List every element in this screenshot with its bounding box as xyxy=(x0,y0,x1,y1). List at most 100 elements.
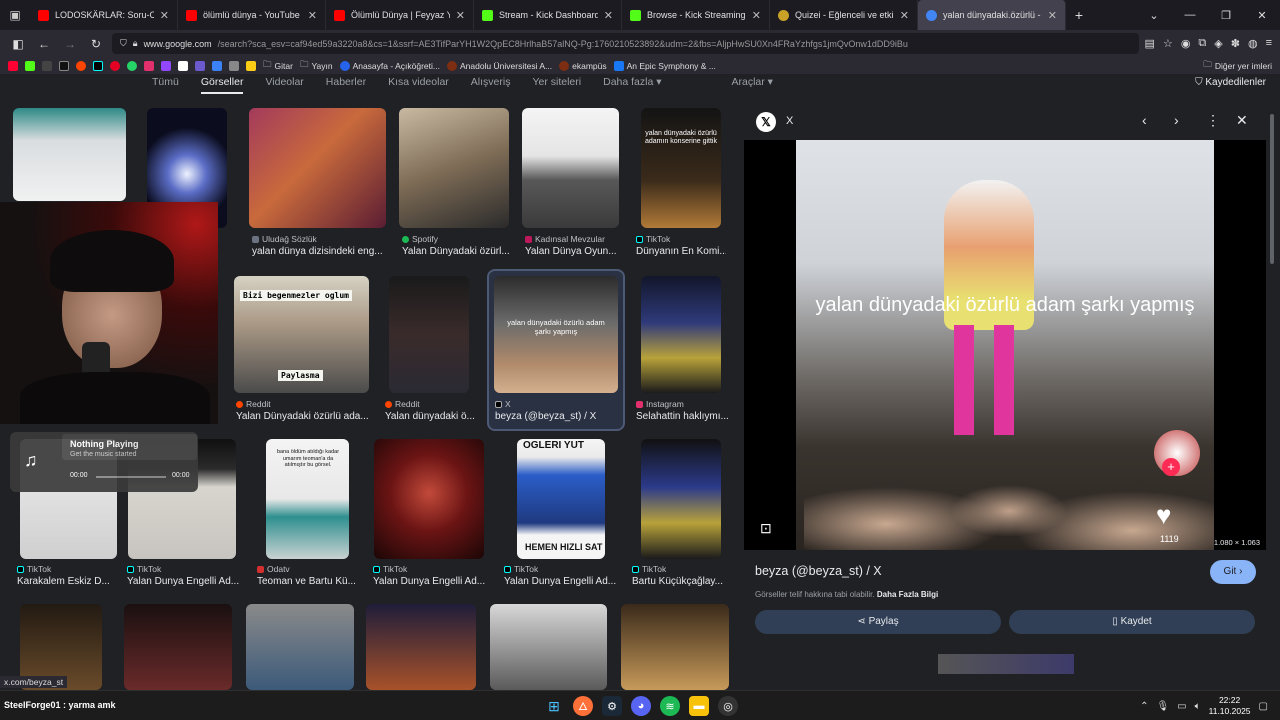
bookmark-epic-symphony[interactable]: An Epic Symphony & ... xyxy=(613,60,716,71)
close-icon[interactable]: ✕ xyxy=(1236,112,1248,129)
menu-icon[interactable]: ≡ xyxy=(1266,37,1272,50)
windows-start-icon[interactable]: ⊞ xyxy=(544,696,564,716)
extension-icon[interactable]: ◉ xyxy=(1181,37,1191,50)
more-info-link[interactable]: Daha Fazla Bilgi xyxy=(877,590,938,599)
bookmark-icon[interactable] xyxy=(229,60,239,71)
result-image[interactable] xyxy=(399,108,509,228)
instagram-icon[interactable] xyxy=(144,60,154,71)
tab-news[interactable]: Haberler xyxy=(326,76,366,94)
new-tab-icon[interactable]: + xyxy=(1066,7,1092,23)
close-icon[interactable]: ✕ xyxy=(604,9,613,22)
tab-shopping[interactable]: Alışveriş xyxy=(471,76,511,94)
firefox-icon[interactable]: 🜂 xyxy=(573,696,593,716)
result-title[interactable]: beyza (@beyza_st) / X xyxy=(495,411,621,422)
result-title[interactable]: Bartu Küçükçağlay... xyxy=(632,576,727,587)
url-bar[interactable]: ⛉ 🔒︎ www.google.com/search?sca_esv=caf94… xyxy=(112,33,1139,54)
close-icon[interactable]: ✕ xyxy=(900,9,909,22)
bookmark-icon[interactable] xyxy=(25,60,35,71)
result-image[interactable]: bana öldüm atıldığı kadar umarım teoman'… xyxy=(266,439,349,559)
close-icon[interactable]: ✕ xyxy=(308,9,317,22)
tools-button[interactable]: Araçlar ▾ xyxy=(732,76,773,94)
clock[interactable]: 22:22 11.10.2025 xyxy=(1209,695,1251,717)
bookmark-ekampus[interactable]: ekampüs xyxy=(559,60,607,71)
maximize-icon[interactable]: ❐ xyxy=(1208,9,1244,22)
chevron-up-icon[interactable]: ⌃ xyxy=(1140,701,1148,712)
x-icon[interactable] xyxy=(59,60,69,71)
tab-5[interactable]: Browse - Kick Streaming ✕ xyxy=(622,0,770,30)
previous-icon[interactable]: ‹ xyxy=(1142,112,1147,128)
result-image[interactable]: OGLERI YUT HEMEN HIZLI SAT xyxy=(517,439,605,559)
result-image[interactable] xyxy=(366,604,476,690)
file-explorer-icon[interactable]: ▬ xyxy=(689,696,709,716)
tab-7-active[interactable]: yalan dünyadaki.özürlü - Googl ✕ xyxy=(918,0,1066,30)
close-icon[interactable]: ✕ xyxy=(1048,9,1057,22)
minimize-icon[interactable]: — xyxy=(1172,9,1208,22)
steam-icon[interactable]: ⚙ xyxy=(602,696,622,716)
reader-view-icon[interactable]: ▤ xyxy=(1145,37,1155,50)
other-bookmarks[interactable]: 🗀 Diğer yer imleri xyxy=(1203,59,1272,73)
reddit-icon[interactable] xyxy=(76,60,86,71)
preview-title[interactable]: beyza (@beyza_st) / X xyxy=(755,564,882,578)
volume-icon[interactable]: 🔈︎ xyxy=(1195,701,1201,712)
pinterest-icon[interactable] xyxy=(110,60,120,71)
bookmark-icon[interactable] xyxy=(212,60,222,71)
bookmark-icon[interactable] xyxy=(178,60,188,71)
result-image[interactable] xyxy=(641,276,721,393)
result-image[interactable]: yalan dünyadaki özürlü adamın konserine … xyxy=(641,108,721,228)
result-title[interactable]: Yalan dünyadaki ö... xyxy=(385,411,475,422)
display-icon[interactable]: ▭ xyxy=(1177,701,1186,712)
result-image[interactable]: Bizi begenmezler oglum Paylasma xyxy=(234,276,369,393)
result-image[interactable] xyxy=(389,276,469,393)
tab-4[interactable]: Stream - Kick Dashboard ✕ xyxy=(474,0,622,30)
bookmark-folder-yayin[interactable]: 🗀 Yayın xyxy=(300,59,333,73)
translate-icon[interactable]: ✽ xyxy=(1231,37,1240,50)
microphone-icon[interactable]: 🎙︎ xyxy=(1156,701,1169,712)
result-image[interactable] xyxy=(124,604,232,690)
bookmark-icon[interactable] xyxy=(42,60,52,71)
puzzle-icon[interactable]: ⧉ xyxy=(1198,37,1206,50)
tab-dropdown-icon[interactable]: ⌄ xyxy=(1136,9,1172,22)
tab-images[interactable]: Görseller xyxy=(200,76,244,94)
notification-icon[interactable]: ▢ xyxy=(1259,701,1268,712)
result-image[interactable] xyxy=(522,108,619,228)
bookmark-folder-gitar[interactable]: 🗀 Gitar xyxy=(263,59,293,73)
tab-short-videos[interactable]: Kısa videolar xyxy=(388,76,449,94)
bookmark-anasayfa[interactable]: Anasayfa - Açıköğreti... xyxy=(339,60,440,71)
account-icon[interactable]: ◍ xyxy=(1248,37,1258,50)
close-icon[interactable]: ✕ xyxy=(160,9,169,22)
tab-6[interactable]: Quizei - Eğlenceli ve etkileşimli ✕ xyxy=(770,0,918,30)
next-icon[interactable]: › xyxy=(1174,112,1179,128)
related-image[interactable] xyxy=(938,654,1074,674)
whatsapp-icon[interactable] xyxy=(127,60,137,71)
back-icon[interactable]: ← xyxy=(34,37,54,51)
reload-icon[interactable]: ↻ xyxy=(86,37,106,51)
scrollbar[interactable] xyxy=(1270,114,1274,264)
bookmark-star-icon[interactable]: ☆ xyxy=(1163,37,1173,50)
result-image[interactable] xyxy=(374,439,484,559)
tab-more[interactable]: Daha fazla ▾ xyxy=(603,76,661,94)
close-icon[interactable]: ✕ xyxy=(752,9,761,22)
music-progress-bar[interactable] xyxy=(96,476,166,478)
saved-link[interactable]: ⛉ Kaydedilenler xyxy=(1195,77,1266,88)
result-title[interactable]: yalan dünya dizisindeki eng... xyxy=(252,246,387,257)
result-image[interactable] xyxy=(641,439,721,559)
bookmark-icon[interactable] xyxy=(8,60,18,71)
twitch-icon[interactable] xyxy=(161,60,171,71)
result-title[interactable]: Yalan Dünyadaki özürl... xyxy=(402,246,510,257)
sidebar-icon[interactable]: ◧ xyxy=(8,37,28,51)
result-image[interactable] xyxy=(490,604,607,690)
result-title[interactable]: Yalan Dunya Engelli Ad... xyxy=(504,576,616,587)
result-title[interactable]: Karakalem Eskiz D... xyxy=(17,576,117,587)
result-image[interactable] xyxy=(249,108,386,228)
result-title[interactable]: Yalan Dünya Oyun... xyxy=(525,246,621,257)
result-title[interactable]: Selahattin haklıymı... xyxy=(636,411,728,422)
result-image[interactable] xyxy=(13,108,126,201)
tab-list-icon[interactable]: ▣ xyxy=(0,8,30,22)
tab-sites[interactable]: Yer siteleri xyxy=(532,76,581,94)
tab-videos[interactable]: Videolar xyxy=(265,76,303,94)
result-title[interactable]: Dünyanın En Komi... xyxy=(636,246,726,257)
result-title[interactable]: Teoman ve Bartu Kü... xyxy=(257,576,355,587)
discord-icon[interactable]: ◕ xyxy=(631,696,651,716)
share-button[interactable]: ⋖ Paylaş xyxy=(755,610,1001,634)
result-image[interactable] xyxy=(621,604,729,690)
